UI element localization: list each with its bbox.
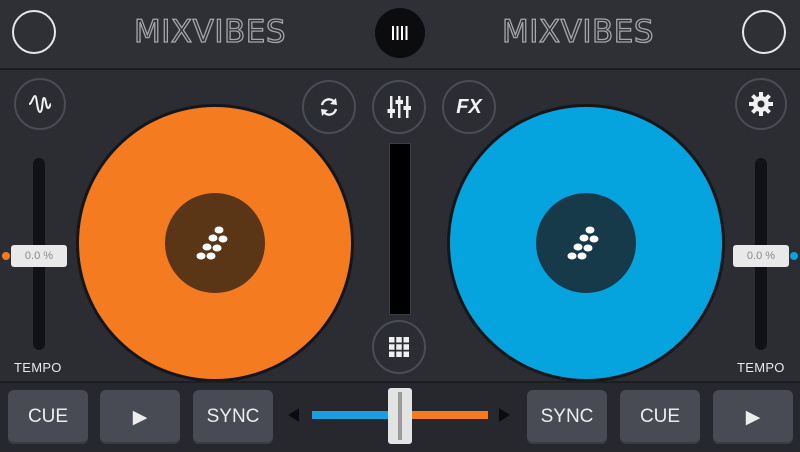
rotate-arrows-icon (320, 98, 338, 116)
grid-icon (389, 337, 409, 357)
deck-a-load-button[interactable] (12, 10, 56, 54)
mixvibes-dots-icon (567, 226, 599, 260)
deck-b-tempo-value[interactable]: 0.0 % (733, 245, 789, 267)
crossfader-track-left (312, 411, 392, 419)
deck-b-tempo-label: TEMPO (737, 360, 785, 375)
bars-icon (392, 26, 408, 40)
waveform-icon (28, 94, 52, 114)
sampler-button[interactable] (372, 320, 426, 374)
crossfader-left-arrow[interactable] (288, 408, 299, 422)
deck-a-play-button[interactable]: ▶ (100, 390, 180, 444)
deck-b-play-button[interactable]: ▶ (713, 390, 793, 444)
deck-a-cue-button[interactable]: CUE (8, 390, 88, 444)
crossfader-handle[interactable] (388, 388, 412, 444)
deck-a-logo: MIXVIBES (133, 13, 287, 50)
top-bar: MIXVIBES MIXVIBES (0, 0, 800, 70)
sync-loop-button[interactable] (302, 80, 356, 134)
deck-a-tempo-indicator (2, 252, 10, 260)
master-level-meter (389, 143, 411, 315)
deck-a-tempo-label: TEMPO (14, 360, 62, 375)
deck-b-center-label (536, 193, 636, 293)
deck-a-jog-wheel[interactable] (79, 107, 351, 379)
mixer-sliders-icon (387, 96, 411, 118)
fx-button[interactable]: FX (442, 80, 496, 134)
settings-button[interactable] (735, 78, 787, 130)
deck-b-load-button[interactable] (742, 10, 786, 54)
mixvibes-dots-icon (196, 226, 228, 260)
deck-a-center-label (165, 193, 265, 293)
deck-a-tempo-value[interactable]: 0.0 % (11, 245, 67, 267)
gear-icon (749, 92, 773, 116)
deck-b-logo: MIXVIBES (501, 13, 655, 50)
waveform-button[interactable] (14, 78, 66, 130)
mixer-button[interactable] (372, 80, 426, 134)
deck-b-cue-button[interactable]: CUE (620, 390, 700, 444)
deck-a-sync-button[interactable]: SYNC (193, 390, 273, 444)
crossfader-track-right (408, 411, 488, 419)
menu-button[interactable] (375, 8, 425, 58)
deck-b-sync-button[interactable]: SYNC (527, 390, 607, 444)
fx-label: FX (456, 95, 482, 118)
deck-b-jog-wheel[interactable] (450, 107, 722, 379)
deck-b-tempo-indicator (790, 252, 798, 260)
crossfader-right-arrow[interactable] (499, 408, 510, 422)
